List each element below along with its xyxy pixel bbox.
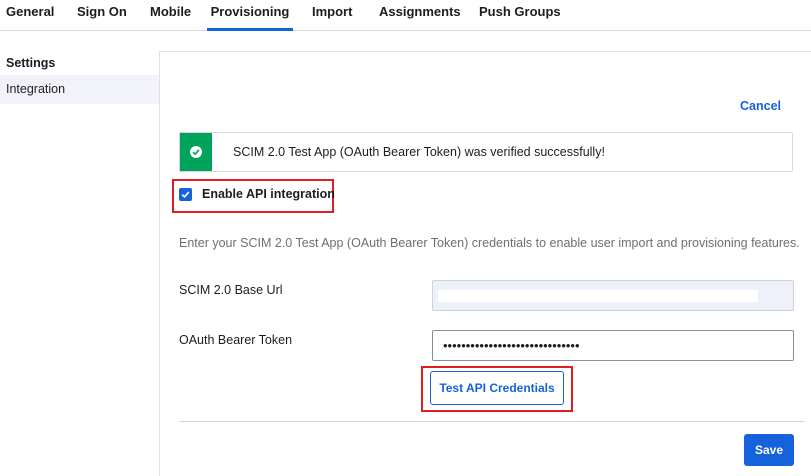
tab-mobile[interactable]: Mobile — [150, 4, 192, 30]
sidebar-item-label: Integration — [6, 82, 66, 96]
alert-message: SCIM 2.0 Test App (OAuth Bearer Token) w… — [233, 145, 605, 159]
tab-bar: General Sign On Mobile Provisioning Impo… — [0, 0, 811, 31]
tab-general-label: General — [6, 4, 55, 19]
tab-mobile-label: Mobile — [150, 4, 192, 19]
enable-api-label[interactable]: Enable API integration — [202, 187, 335, 201]
cancel-link[interactable]: Cancel — [740, 99, 781, 113]
tab-import[interactable]: Import — [312, 4, 352, 30]
tab-assignments-label: Assignments — [379, 4, 461, 19]
tab-provisioning[interactable]: Provisioning — [207, 4, 293, 31]
token-label: OAuth Bearer Token — [179, 333, 293, 347]
token-input[interactable] — [432, 330, 794, 361]
tab-provisioning-label: Provisioning — [210, 4, 290, 19]
tab-push-groups-label: Push Groups — [479, 4, 561, 19]
redacted-url-overlay — [438, 290, 758, 302]
base-url-label: SCIM 2.0 Base Url — [179, 283, 283, 297]
success-alert: SCIM 2.0 Test App (OAuth Bearer Token) w… — [179, 132, 793, 172]
sidebar-heading: Settings — [6, 56, 56, 70]
save-button[interactable]: Save — [744, 434, 794, 466]
content-top-divider — [159, 51, 811, 52]
tab-import-label: Import — [312, 4, 353, 19]
alert-status-bar — [180, 133, 212, 171]
test-api-credentials-button[interactable]: Test API Credentials — [430, 371, 564, 405]
tab-sign-on-label: Sign On — [77, 4, 127, 19]
form-divider — [179, 421, 805, 422]
settings-sidebar: Settings Integration — [0, 51, 159, 104]
integration-description: Enter your SCIM 2.0 Test App (OAuth Bear… — [179, 236, 800, 250]
check-circle-icon — [190, 146, 202, 158]
enable-api-checkbox[interactable] — [179, 188, 192, 201]
tab-push-groups[interactable]: Push Groups — [479, 4, 561, 30]
tab-general[interactable]: General — [6, 4, 55, 30]
sidebar-item-integration[interactable]: Integration — [0, 75, 159, 104]
tab-sign-on[interactable]: Sign On — [77, 4, 127, 30]
tab-assignments[interactable]: Assignments — [379, 4, 461, 30]
sidebar-divider — [159, 51, 160, 476]
